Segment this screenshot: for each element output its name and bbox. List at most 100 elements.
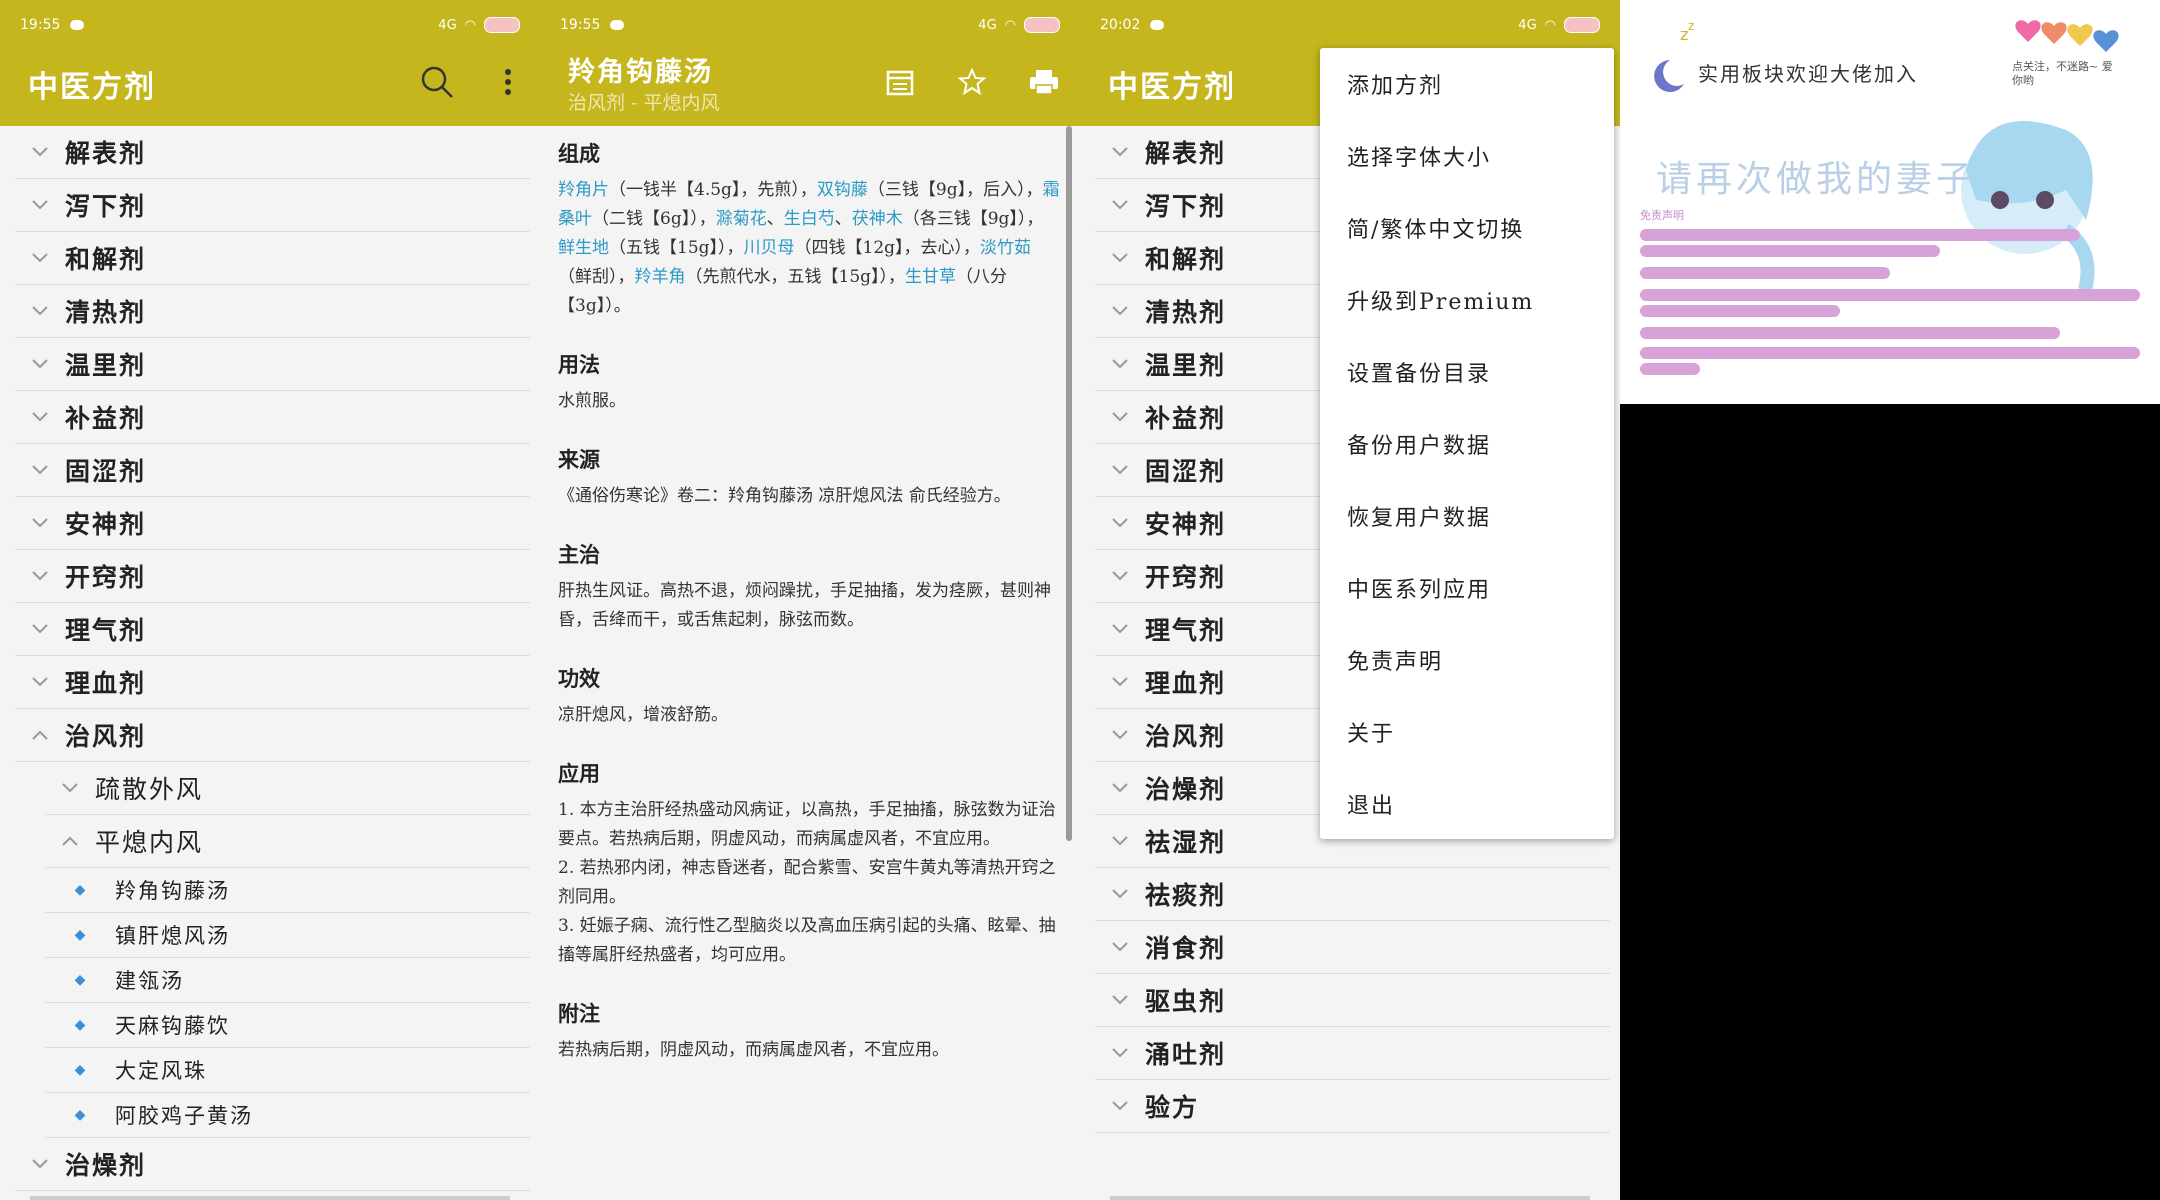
menu-item[interactable]: 升级到Premium xyxy=(1320,264,1614,336)
status-bar: 19:55 4G ◠ xyxy=(540,0,1080,50)
formula-row[interactable]: ◆ 阿胶鸡子黄汤 xyxy=(45,1093,530,1138)
chevron-down-icon xyxy=(1095,994,1145,1006)
herb-link[interactable]: 茯神木 xyxy=(852,209,903,229)
category-row[interactable]: 消食剂 xyxy=(1095,921,1610,974)
chevron-down-icon xyxy=(1095,411,1145,423)
herb-link[interactable]: 淡竹茹 xyxy=(980,238,1031,258)
composition-section: 组成 羚角片（一钱半【4.5g】，先煎），双钩藤（三钱【9g】，后入），霜桑叶（… xyxy=(558,138,1060,321)
source-section: 来源 《通俗伤寒论》卷二：羚角钩藤汤 凉肝熄风法 俞氏经验方。 xyxy=(558,444,1060,511)
item-label: 验方 xyxy=(1145,1093,1200,1122)
menu-item[interactable]: 添加方剂 xyxy=(1320,48,1614,120)
menu-item[interactable]: 中医系列应用 xyxy=(1320,552,1614,624)
category-row[interactable]: 治风剂 xyxy=(15,709,530,762)
herb-link[interactable]: 滁菊花 xyxy=(716,209,767,229)
category-row[interactable]: 固涩剂 xyxy=(15,444,530,497)
menu-item[interactable]: 简/繁体中文切换 xyxy=(1320,192,1614,264)
menu-item[interactable]: 退出 xyxy=(1320,768,1614,840)
app-bar: 19:55 4G ◠ 羚角钩藤汤 治风剂 - 平熄内风 xyxy=(540,0,1080,126)
herb-link[interactable]: 羚羊角 xyxy=(635,267,686,287)
chevron-down-icon xyxy=(15,623,65,635)
item-label: 建瓴汤 xyxy=(115,969,184,993)
scrollbar[interactable] xyxy=(1066,126,1072,841)
category-row[interactable]: 解表剂 xyxy=(15,126,530,179)
category-row[interactable]: 泻下剂 xyxy=(15,179,530,232)
application-item: 1. 本方主治肝经热盛动风病证，以高热，手足抽搐，脉弦数为证治要点。若热病后期，… xyxy=(558,800,1056,849)
category-row[interactable]: 和解剂 xyxy=(15,232,530,285)
notes-text: 若热病后期，阴虚风动，而病属虚风者，不宜应用。 xyxy=(558,1040,949,1060)
section-heading: 主治 xyxy=(558,542,600,567)
scroll-indicator xyxy=(30,1196,510,1200)
diamond-bullet-icon: ◆ xyxy=(74,1062,86,1078)
formula-row[interactable]: ◆ 羚角钩藤汤 xyxy=(45,868,530,913)
application-item: 2. 若热邪内闭，神志昏迷者，配合紫雪、安宫牛黄丸等清热开窍之剂同用。 xyxy=(558,858,1056,907)
item-label: 固涩剂 xyxy=(65,457,147,486)
formula-row[interactable]: ◆ 天麻钩藤饮 xyxy=(45,1003,530,1048)
category-row[interactable]: 验方 xyxy=(1095,1080,1610,1133)
menu-item[interactable]: 免责声明 xyxy=(1320,624,1614,696)
item-label: 解表剂 xyxy=(1145,139,1227,168)
item-label: 祛湿剂 xyxy=(1145,828,1227,857)
notes-section: 附注 若热病后期，阴虚风动，而病属虚风者，不宜应用。 xyxy=(558,998,1060,1065)
item-label: 和解剂 xyxy=(65,245,147,274)
dosage-text: 、 xyxy=(766,209,784,229)
battery-icon xyxy=(1564,17,1600,33)
formula-row[interactable]: ◆ 建瓴汤 xyxy=(45,958,530,1003)
menu-item[interactable]: 恢复用户数据 xyxy=(1320,480,1614,552)
chevron-down-icon xyxy=(15,252,65,264)
more-options-icon[interactable] xyxy=(486,60,530,104)
herb-link[interactable]: 双钩藤 xyxy=(817,180,868,200)
category-row[interactable]: 开窍剂 xyxy=(15,550,530,603)
chevron-down-icon xyxy=(1095,464,1145,476)
formula-row[interactable]: ◆ 大定风珠 xyxy=(45,1048,530,1093)
category-row[interactable]: 治燥剂 xyxy=(15,1138,530,1191)
print-icon[interactable] xyxy=(1022,60,1066,104)
item-label: 理气剂 xyxy=(1145,616,1227,645)
indication-text: 肝热生风证。高热不退，烦闷躁扰，手足抽搐，发为痉厥，甚则神昏，舌绛而干，或舌焦起… xyxy=(558,581,1051,630)
menu-item[interactable]: 设置备份目录 xyxy=(1320,336,1614,408)
application-item: 3. 妊娠子痫、流行性乙型脑炎以及高血压病引起的头痛、眩晕、抽搐等属肝经热盛者，… xyxy=(558,916,1056,965)
item-label: 安神剂 xyxy=(65,510,147,539)
star-icon[interactable] xyxy=(950,60,994,104)
formula-content: 组成 羚角片（一钱半【4.5g】，先煎），双钩藤（三钱【9g】，后入），霜桑叶（… xyxy=(558,126,1060,1093)
category-row[interactable]: 理气剂 xyxy=(15,603,530,656)
category-row[interactable]: 温里剂 xyxy=(15,338,530,391)
category-row[interactable]: 涌吐剂 xyxy=(1095,1027,1610,1080)
search-icon[interactable] xyxy=(415,60,459,104)
category-row[interactable]: 理血剂 xyxy=(15,656,530,709)
chevron-down-icon xyxy=(1095,676,1145,688)
item-label: 温里剂 xyxy=(65,351,147,380)
item-label: 阿胶鸡子黄汤 xyxy=(115,1104,253,1128)
status-time: 20:02 xyxy=(1100,17,1141,33)
dosage-text: （一钱半【4.5g】，先煎）， xyxy=(609,180,817,200)
calendar-icon[interactable] xyxy=(878,60,922,104)
subcategory-row[interactable]: 平熄内风 xyxy=(45,815,530,868)
subcategory-row[interactable]: 疏散外风 xyxy=(45,762,530,815)
category-row[interactable]: 驱虫剂 xyxy=(1095,974,1610,1027)
category-row[interactable]: 清热剂 xyxy=(15,285,530,338)
chevron-down-icon xyxy=(1095,623,1145,635)
category-row[interactable]: 安神剂 xyxy=(15,497,530,550)
notification-icon xyxy=(70,20,85,30)
usage-section: 用法 水煎服。 xyxy=(558,349,1060,416)
formula-row[interactable]: ◆ 镇肝熄风汤 xyxy=(45,913,530,958)
menu-item[interactable]: 关于 xyxy=(1320,696,1614,768)
herb-link[interactable]: 鲜生地 xyxy=(558,238,609,258)
herb-link[interactable]: 生白芍 xyxy=(784,209,835,229)
item-label: 温里剂 xyxy=(1145,351,1227,380)
category-row[interactable]: 祛痰剂 xyxy=(1095,868,1610,921)
application-section: 应用 1. 本方主治肝经热盛动风病证，以高热，手足抽搐，脉弦数为证治要点。若热病… xyxy=(558,758,1060,970)
herb-link[interactable]: 川贝母 xyxy=(744,238,795,258)
herb-link[interactable]: 生甘草 xyxy=(905,267,956,287)
chevron-up-icon xyxy=(45,835,95,847)
herb-link[interactable]: 羚角片 xyxy=(558,180,609,200)
menu-item[interactable]: 选择字体大小 xyxy=(1320,120,1614,192)
category-row[interactable]: 补益剂 xyxy=(15,391,530,444)
chevron-down-icon xyxy=(15,411,65,423)
formula-detail-screen: 19:55 4G ◠ 羚角钩藤汤 治风剂 - 平熄内风 组成 羚角片（一钱半【4.… xyxy=(540,0,1080,1200)
notification-icon xyxy=(610,20,625,30)
menu-item[interactable]: 备份用户数据 xyxy=(1320,408,1614,480)
formula-title: 羚角钩藤汤 xyxy=(568,57,713,88)
chevron-down-icon xyxy=(1095,305,1145,317)
chevron-down-icon xyxy=(1095,1100,1145,1112)
battery-icon xyxy=(1024,17,1060,33)
